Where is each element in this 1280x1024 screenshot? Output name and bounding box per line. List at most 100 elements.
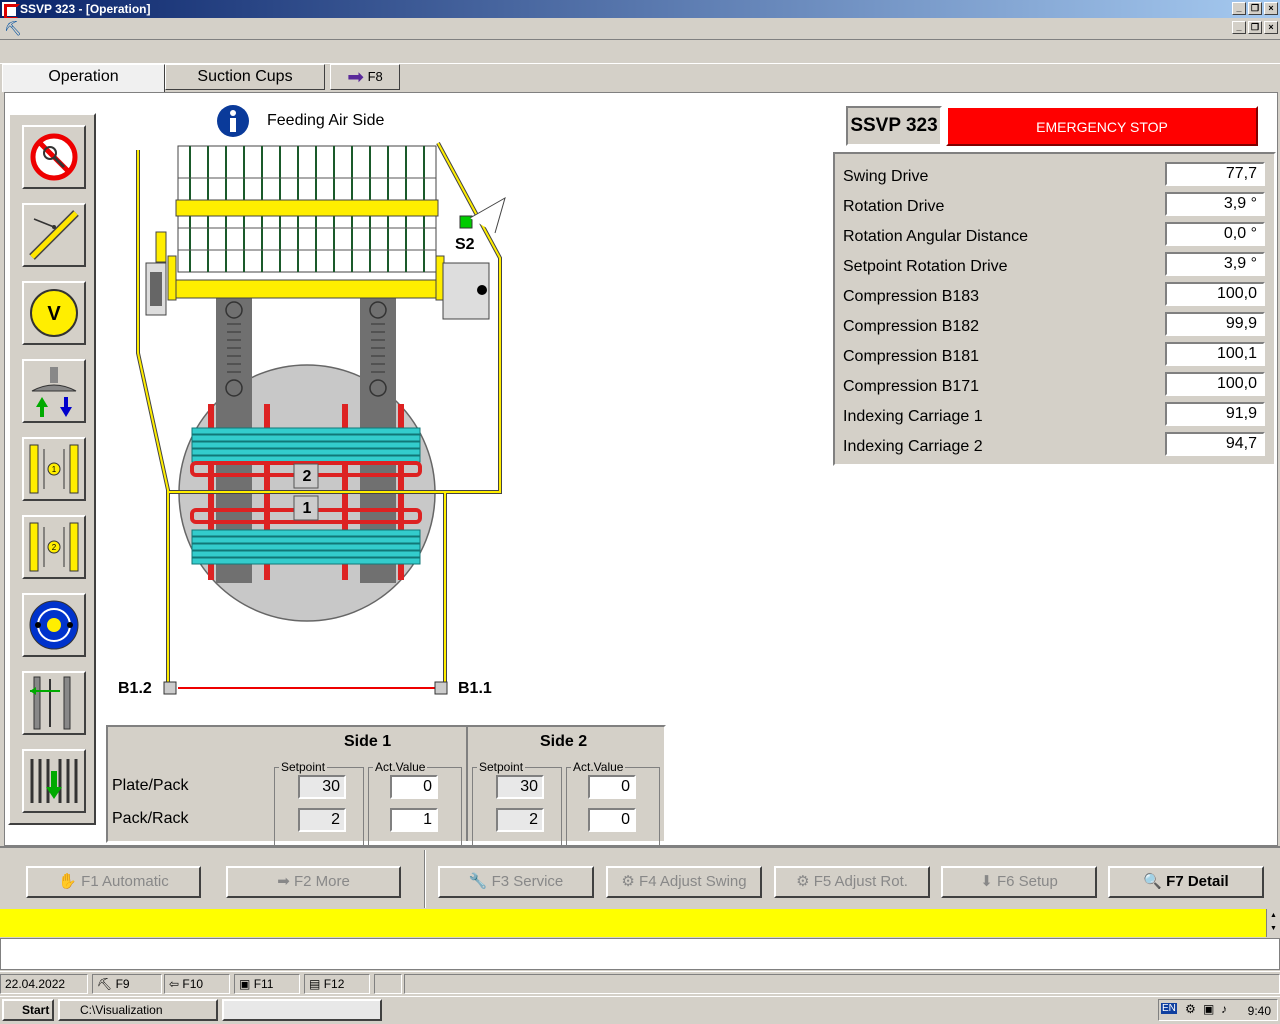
vacuum-button[interactable]: V [22,281,86,345]
taskbar-item-visualization[interactable]: C:\Visualization [58,999,218,1021]
tilt-button[interactable] [22,203,86,267]
tray-icon[interactable]: ⚙ [1185,1002,1196,1016]
marker-1: 1 [302,500,312,517]
plate-pack-label: Plate/Pack [112,777,189,794]
value-label: Swing Drive [843,168,929,185]
carriage-1-button[interactable]: 1 [22,437,86,501]
close-button[interactable]: × [1264,2,1278,15]
side1-plate-setpoint[interactable]: 30 [298,775,346,799]
side1-plate-actual: 0 [390,775,438,799]
status-bar: 22.04.2022 9:40 ⛏ F9 ⇦ F10 ▣ F11 ▤ F12 [0,971,1280,1009]
language-indicator[interactable]: EN [1161,1003,1177,1014]
f11-cell[interactable]: ▣ F11 [234,974,300,994]
child-restore-button[interactable]: ❐ [1248,21,1262,34]
f3-service-button[interactable]: 🔧 F3 Service [438,866,594,898]
tab-label: Operation [48,68,119,85]
tool-icon[interactable]: ⛏ [4,20,22,36]
svg-text:V: V [47,303,61,325]
status-cell [374,974,402,994]
sensor-s2-label: S2 [455,236,475,253]
marker-2: 2 [302,468,312,485]
button-label: F7 Detail [1166,873,1229,890]
message-scrollbar[interactable]: ▲ ▼ [1266,909,1280,937]
value-field: 91,9 [1165,402,1265,426]
pack-rack-label: Pack/Rack [112,810,189,827]
setpoint-label: Setpoint [279,760,328,774]
f9-cell[interactable]: ⛏ F9 [92,974,162,994]
lower-stack-button[interactable] [22,749,86,813]
tray-icon[interactable]: ▣ [1203,1002,1214,1016]
feeding-air-side-label: Feeding Air Side [267,112,385,129]
value-row: Indexing Carriage 1 91,9 [843,398,1268,428]
value-row: Compression B183 100,0 [843,278,1268,308]
side-1-header: Side 1 [344,733,392,750]
side2-pack-actual: 0 [588,808,636,832]
taskbar-item-app[interactable] [222,999,382,1021]
f10-cell[interactable]: ⇦ F10 [164,974,230,994]
tab-suction-cups[interactable]: Suction Cups [165,64,325,90]
value-label: Indexing Carriage 1 [843,408,983,425]
child-close-button[interactable]: × [1264,21,1278,34]
message-line [0,938,1280,970]
taskbar-item-label: C:\Visualization [80,1003,163,1017]
f2-more-button[interactable]: ➡ F2 More [226,866,401,898]
datetime-cell: 22.04.2022 9:40 [0,974,88,1009]
child-minimize-button[interactable]: _ [1232,21,1246,34]
side1-pack-actual: 1 [390,808,438,832]
clock: 9:40 [1247,1004,1271,1018]
lift-button[interactable] [22,359,86,423]
tab-f8[interactable]: ➡ F8 [330,64,400,90]
f5-adjust-rot-button[interactable]: ⚙ F5 Adjust Rot. [774,866,930,898]
scroll-up-icon[interactable]: ▲ [1267,909,1280,922]
sensor-b11-label: B1.1 [458,680,492,697]
tab-operation[interactable]: Operation [2,64,165,92]
side2-plate-setpoint[interactable]: 30 [496,775,544,799]
tab-label: Suction Cups [197,68,293,85]
sensor-b12-label: B1.2 [118,680,152,697]
rotation-disc-icon [29,600,79,650]
gear-icon: ⚙ [796,873,810,890]
value-row: Indexing Carriage 2 94,7 [843,428,1268,458]
f6-setup-button[interactable]: ⬇ F6 Setup [941,866,1097,898]
carriage-2-button[interactable]: 2 [22,515,86,579]
scroll-down-icon[interactable]: ▼ [1267,922,1280,935]
taskbar: Start C:\Visualization EN ⚙ ▣ ♪ 9:40 [0,996,1280,1024]
value-label: Compression B182 [843,318,980,335]
hand-icon: ✋ [58,873,77,890]
value-field: 100,0 [1165,282,1265,306]
vacuum-v-icon: V [30,289,78,337]
value-label: Compression B181 [843,348,980,365]
prohibited-tool-icon [30,133,78,181]
minimize-button[interactable]: _ [1232,2,1246,15]
restore-button[interactable]: ❐ [1248,2,1262,15]
no-tool-button[interactable] [22,125,86,189]
rotation-button[interactable] [22,593,86,657]
toolbar-strip [0,40,1280,64]
value-row: Compression B182 99,9 [843,308,1268,338]
side1-pack-setpoint[interactable]: 2 [298,808,346,832]
values-panel: Swing Drive 77,7 Rotation Drive 3,9 ° Rota… [833,152,1276,466]
f1-automatic-button[interactable]: ✋ F1 Automatic [26,866,201,898]
f12-cell[interactable]: ▤ F12 [304,974,370,994]
value-row: Rotation Drive 3,9 ° [843,188,1268,218]
value-label: Compression B171 [843,378,980,395]
f7-detail-button[interactable]: 🔍 F7 Detail [1108,866,1264,898]
button-label: F6 Setup [996,873,1058,890]
info-icon[interactable] [216,104,250,141]
start-button[interactable]: Start [2,999,54,1021]
value-field: 3,9 ° [1165,192,1265,216]
act-value-label: Act.Value [571,760,626,774]
app-icon [2,2,20,20]
button-label: F2 More [293,873,350,890]
menu-bar: ⛏ _ ❐ × [0,18,1280,40]
tray-icon[interactable]: ♪ [1221,1002,1227,1016]
value-field: 94,7 [1165,432,1265,456]
index-button[interactable] [22,671,86,735]
side2-pack-setpoint[interactable]: 2 [496,808,544,832]
value-row: Swing Drive 77,7 [843,158,1268,188]
machine-diagram [136,142,506,695]
side-2-header: Side 2 [540,733,588,750]
cell-label: F9 [115,977,130,991]
f4-adjust-swing-button[interactable]: ⚙ F4 Adjust Swing [606,866,762,898]
gripper-bar-bottom [169,279,445,299]
